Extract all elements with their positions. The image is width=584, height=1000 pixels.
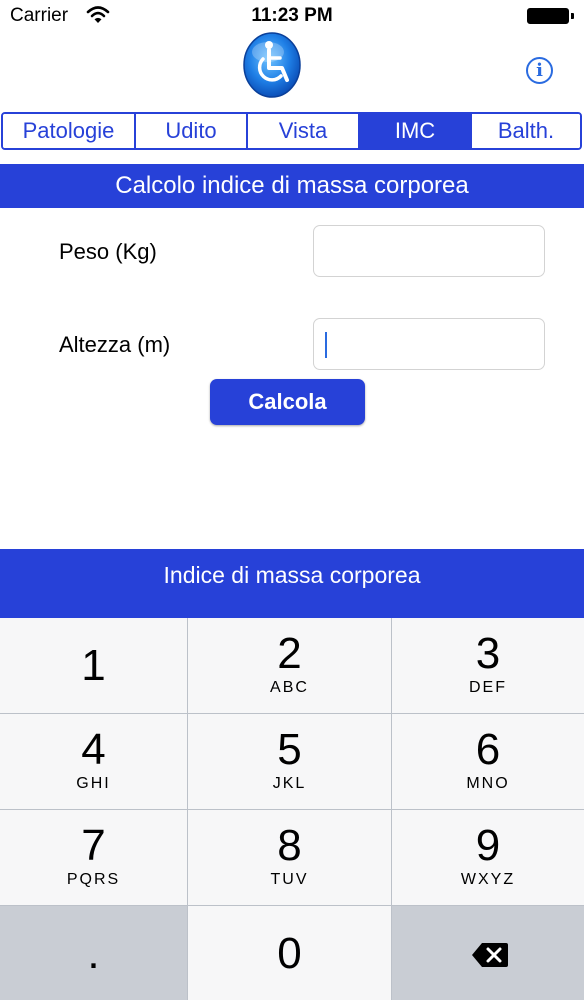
- key-8[interactable]: 8 TUV: [188, 810, 391, 905]
- tab-label: IMC: [394, 118, 436, 143]
- tab-patologie[interactable]: Patologie: [3, 114, 136, 148]
- key-digit: 5: [277, 725, 302, 774]
- result-label: Indice di massa corporea: [0, 549, 584, 618]
- key-1[interactable]: 1: [0, 618, 187, 713]
- tab-label: Balth.: [497, 118, 555, 143]
- key-digit: 0: [277, 929, 302, 978]
- key-letters: ABC: [270, 679, 309, 696]
- status-bar: Carrier 11:23 PM: [0, 0, 584, 30]
- tab-balth[interactable]: Balth.: [472, 114, 580, 148]
- info-button[interactable]: i: [526, 57, 553, 84]
- key-9[interactable]: 9 WXYZ: [392, 810, 584, 905]
- weight-input[interactable]: [313, 225, 545, 277]
- height-label: Altezza (m): [59, 332, 171, 357]
- weight-label: Peso (Kg): [59, 239, 157, 264]
- tab-label: Udito: [165, 118, 217, 143]
- status-time: 11:23 PM: [251, 5, 333, 26]
- key-digit: 7: [81, 821, 106, 870]
- key-digit: 8: [277, 821, 302, 870]
- key-letters: DEF: [469, 679, 507, 696]
- key-5[interactable]: 5 JKL: [188, 714, 391, 809]
- key-letters: JKL: [272, 775, 307, 792]
- key-digit: 6: [475, 725, 501, 774]
- key-letters: MNO: [466, 775, 510, 792]
- key-4[interactable]: 4 GHI: [0, 714, 187, 809]
- key-digit: 4: [81, 725, 106, 774]
- calculate-button[interactable]: Calcola: [210, 379, 365, 425]
- key-digit: .: [87, 929, 100, 978]
- key-0[interactable]: 0: [188, 906, 391, 1000]
- tab-vista[interactable]: Vista: [248, 114, 360, 148]
- key-3[interactable]: 3 DEF: [392, 618, 584, 713]
- section-tabs: Patologie Udito Vista IMC Balth.: [1, 112, 582, 150]
- height-input[interactable]: [313, 318, 545, 370]
- text-cursor: [325, 332, 327, 358]
- key-letters: GHI: [76, 775, 111, 792]
- key-letters: PQRS: [66, 871, 121, 888]
- key-digit: 9: [475, 821, 501, 870]
- key-2[interactable]: 2 ABC: [188, 618, 391, 713]
- tab-imc[interactable]: IMC: [360, 114, 472, 148]
- backspace-icon: [472, 943, 508, 967]
- key-letters: WXYZ: [460, 871, 516, 888]
- key-6[interactable]: 6 MNO: [392, 714, 584, 809]
- tab-udito[interactable]: Udito: [136, 114, 248, 148]
- wheelchair-accessibility-logo: [243, 32, 301, 98]
- form-title: Calcolo indice di massa corporea: [0, 164, 584, 208]
- key-7[interactable]: 7 PQRS: [0, 810, 187, 905]
- battery-icon: [527, 8, 574, 24]
- key-letters: TUV: [270, 871, 309, 888]
- key-digit: 2: [277, 629, 302, 678]
- info-icon: i: [536, 60, 543, 81]
- tab-label: Vista: [278, 118, 328, 143]
- tab-label: Patologie: [22, 118, 115, 143]
- key-digit: 1: [81, 641, 106, 690]
- key-decimal[interactable]: .: [0, 906, 187, 1000]
- key-digit: 3: [475, 629, 501, 678]
